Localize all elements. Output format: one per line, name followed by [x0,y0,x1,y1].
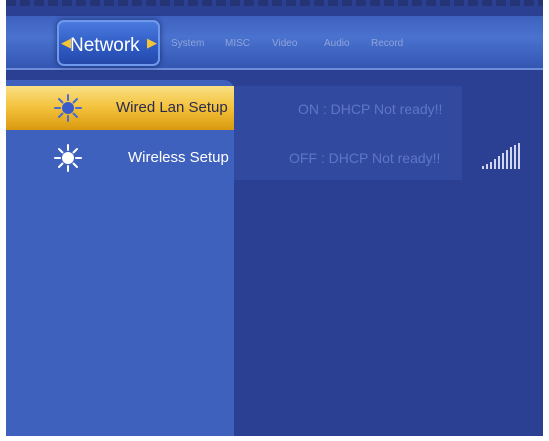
menu-item-wireless-setup[interactable]: Wireless Setup [6,136,234,180]
tab-bar-divider [6,68,543,70]
menu-panel: Wired Lan Setup Wireless Setup [6,80,234,436]
tab-system[interactable]: System [171,38,204,49]
tab-network[interactable]: ◀ Network ▶ [57,20,160,66]
menu-item-wired-lan-setup[interactable]: Wired Lan Setup [6,86,234,130]
sun-icon [54,94,82,122]
tab-audio[interactable]: Audio [324,38,350,49]
settings-screen: ◀ Network ▶ System MISC Video Audio Reco… [6,0,543,436]
wired-lan-status: ON : DHCP Not ready!! [298,101,443,117]
tab-misc[interactable]: MISC [225,38,250,49]
signal-strength-icon [482,143,520,169]
menu-item-label: Wired Lan Setup [116,99,228,116]
menu-item-label: Wireless Setup [128,149,229,166]
wireless-status: OFF : DHCP Not ready!! [289,150,441,166]
right-arrow-icon: ▶ [147,35,157,50]
tab-network-label: Network [70,35,140,56]
top-border [6,0,543,6]
sun-icon [54,144,82,172]
tab-video[interactable]: Video [272,38,297,49]
tab-record[interactable]: Record [371,38,403,49]
